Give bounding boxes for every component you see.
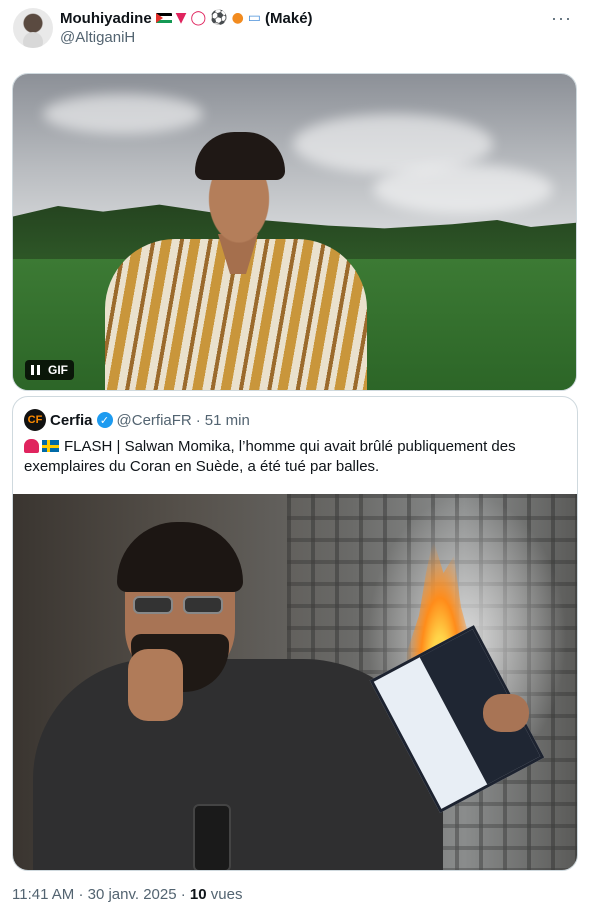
soccer-ball-icon: ⚽: [210, 10, 228, 26]
verified-badge-icon: ✓: [96, 412, 113, 428]
quoted-tweet-text: FLASH | Salwan Momika, l’homme qui avait…: [24, 437, 569, 477]
author-name[interactable]: Mouhiyadine: [60, 10, 152, 27]
basketball-icon: ●: [231, 10, 244, 26]
gif-label: GIF: [48, 363, 68, 377]
author-name-row[interactable]: Mouhiyadine ▼ ◯ ⚽ ● ▭ (Maké): [60, 8, 313, 28]
quoted-timestamp[interactable]: 51 min: [205, 412, 250, 429]
gif-badge[interactable]: GIF: [25, 360, 74, 380]
footer-separator-2: ·: [180, 886, 186, 903]
sweden-flag-icon: [42, 440, 59, 452]
author-avatar[interactable]: [13, 8, 53, 48]
author-handle[interactable]: @AltiganiH: [60, 29, 135, 46]
author-name-suffix: (Maké): [265, 9, 313, 27]
quoted-avatar[interactable]: CF: [24, 409, 46, 431]
quoted-author-handle[interactable]: @CerfiaFR: [117, 412, 192, 429]
red-circle-icon: ◯: [190, 10, 207, 26]
quoted-tweet-header: CF Cerfia ✓ @CerfiaFR · 51 min: [24, 409, 250, 431]
tweet-date[interactable]: 30 janv. 2025: [88, 886, 177, 903]
gif-media[interactable]: GIF: [12, 73, 577, 391]
quoted-text-body: FLASH | Salwan Momika, l’homme qui avait…: [24, 438, 516, 475]
views-count: 10: [189, 886, 207, 903]
more-options-icon[interactable]: ···: [551, 8, 572, 29]
quoted-author-name[interactable]: Cerfia: [50, 412, 93, 429]
palestine-flag-icon: [155, 12, 172, 24]
quoted-separator: ·: [195, 411, 201, 429]
views-label: vues: [210, 886, 243, 903]
tweet-time[interactable]: 11:41 AM: [12, 886, 74, 903]
footer-separator: ·: [78, 886, 84, 903]
laptop-icon: ▭: [247, 10, 262, 26]
quoted-tweet[interactable]: CF Cerfia ✓ @CerfiaFR · 51 min FLASH | S…: [12, 396, 578, 871]
siren-icon: [24, 439, 39, 453]
pause-icon[interactable]: [31, 365, 40, 375]
tweet-metadata: 11:41 AM · 30 janv. 2025 · 10 vues: [12, 886, 242, 903]
quoted-tweet-image[interactable]: [13, 494, 577, 870]
red-triangle-icon: ▼: [175, 10, 187, 26]
gif-image: [13, 74, 576, 390]
